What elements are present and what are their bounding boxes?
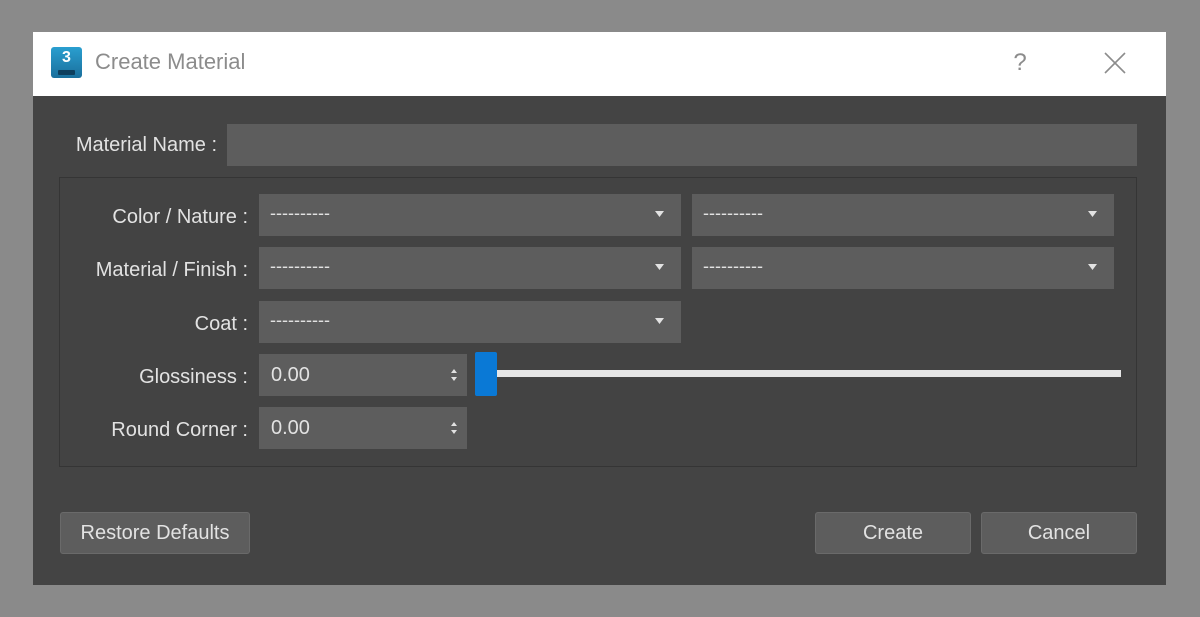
chevron-down-icon <box>655 318 664 324</box>
material-finish-label: Material / Finish : <box>95 259 248 281</box>
close-button[interactable] <box>1098 46 1132 80</box>
dropdown-value: ---------- <box>270 310 330 330</box>
cancel-button[interactable]: Cancel <box>981 512 1137 554</box>
spinner-value: 0.00 <box>271 417 310 439</box>
glossiness-label: Glossiness : <box>139 366 248 388</box>
material-name-label: Material Name : <box>75 134 217 156</box>
glossiness-spinner[interactable]: 0.00 <box>259 354 467 396</box>
glossiness-slider[interactable] <box>475 352 1125 396</box>
create-button[interactable]: Create <box>815 512 971 554</box>
round-corner-spinner[interactable]: 0.00 <box>259 407 467 449</box>
material-name-input[interactable] <box>227 124 1137 166</box>
title-bar: 3 Create Material ? <box>33 32 1166 96</box>
close-icon <box>1104 52 1126 74</box>
chevron-down-icon <box>655 211 664 217</box>
slider-track <box>483 370 1121 377</box>
chevron-down-icon <box>655 264 664 270</box>
chevron-down-icon <box>1088 264 1097 270</box>
slider-handle[interactable] <box>475 352 497 396</box>
dropdown-value: ---------- <box>703 256 763 276</box>
coat-label: Coat : <box>194 313 248 335</box>
help-button[interactable]: ? <box>1003 46 1037 80</box>
app-icon-label: 3 <box>62 49 71 66</box>
spinner-value: 0.00 <box>271 364 310 386</box>
material-finish-secondary-dropdown[interactable]: ---------- <box>692 247 1114 289</box>
spinner-arrows-icon[interactable] <box>449 418 459 438</box>
dropdown-value: ---------- <box>270 256 330 276</box>
chevron-down-icon <box>1088 211 1097 217</box>
color-nature-label: Color / Nature : <box>112 206 248 228</box>
3ds-max-app-icon: 3 <box>51 47 82 78</box>
color-nature-secondary-dropdown[interactable]: ---------- <box>692 194 1114 236</box>
spinner-arrows-icon[interactable] <box>449 365 459 385</box>
coat-dropdown[interactable]: ---------- <box>259 301 681 343</box>
create-material-dialog: 3 Create Material ? Material Name : Colo… <box>33 32 1166 585</box>
dropdown-value: ---------- <box>703 203 763 223</box>
material-finish-primary-dropdown[interactable]: ---------- <box>259 247 681 289</box>
window-title: Create Material <box>95 49 246 74</box>
restore-defaults-button[interactable]: Restore Defaults <box>60 512 250 554</box>
color-nature-primary-dropdown[interactable]: ---------- <box>259 194 681 236</box>
round-corner-label: Round Corner : <box>111 419 248 441</box>
dropdown-value: ---------- <box>270 203 330 223</box>
